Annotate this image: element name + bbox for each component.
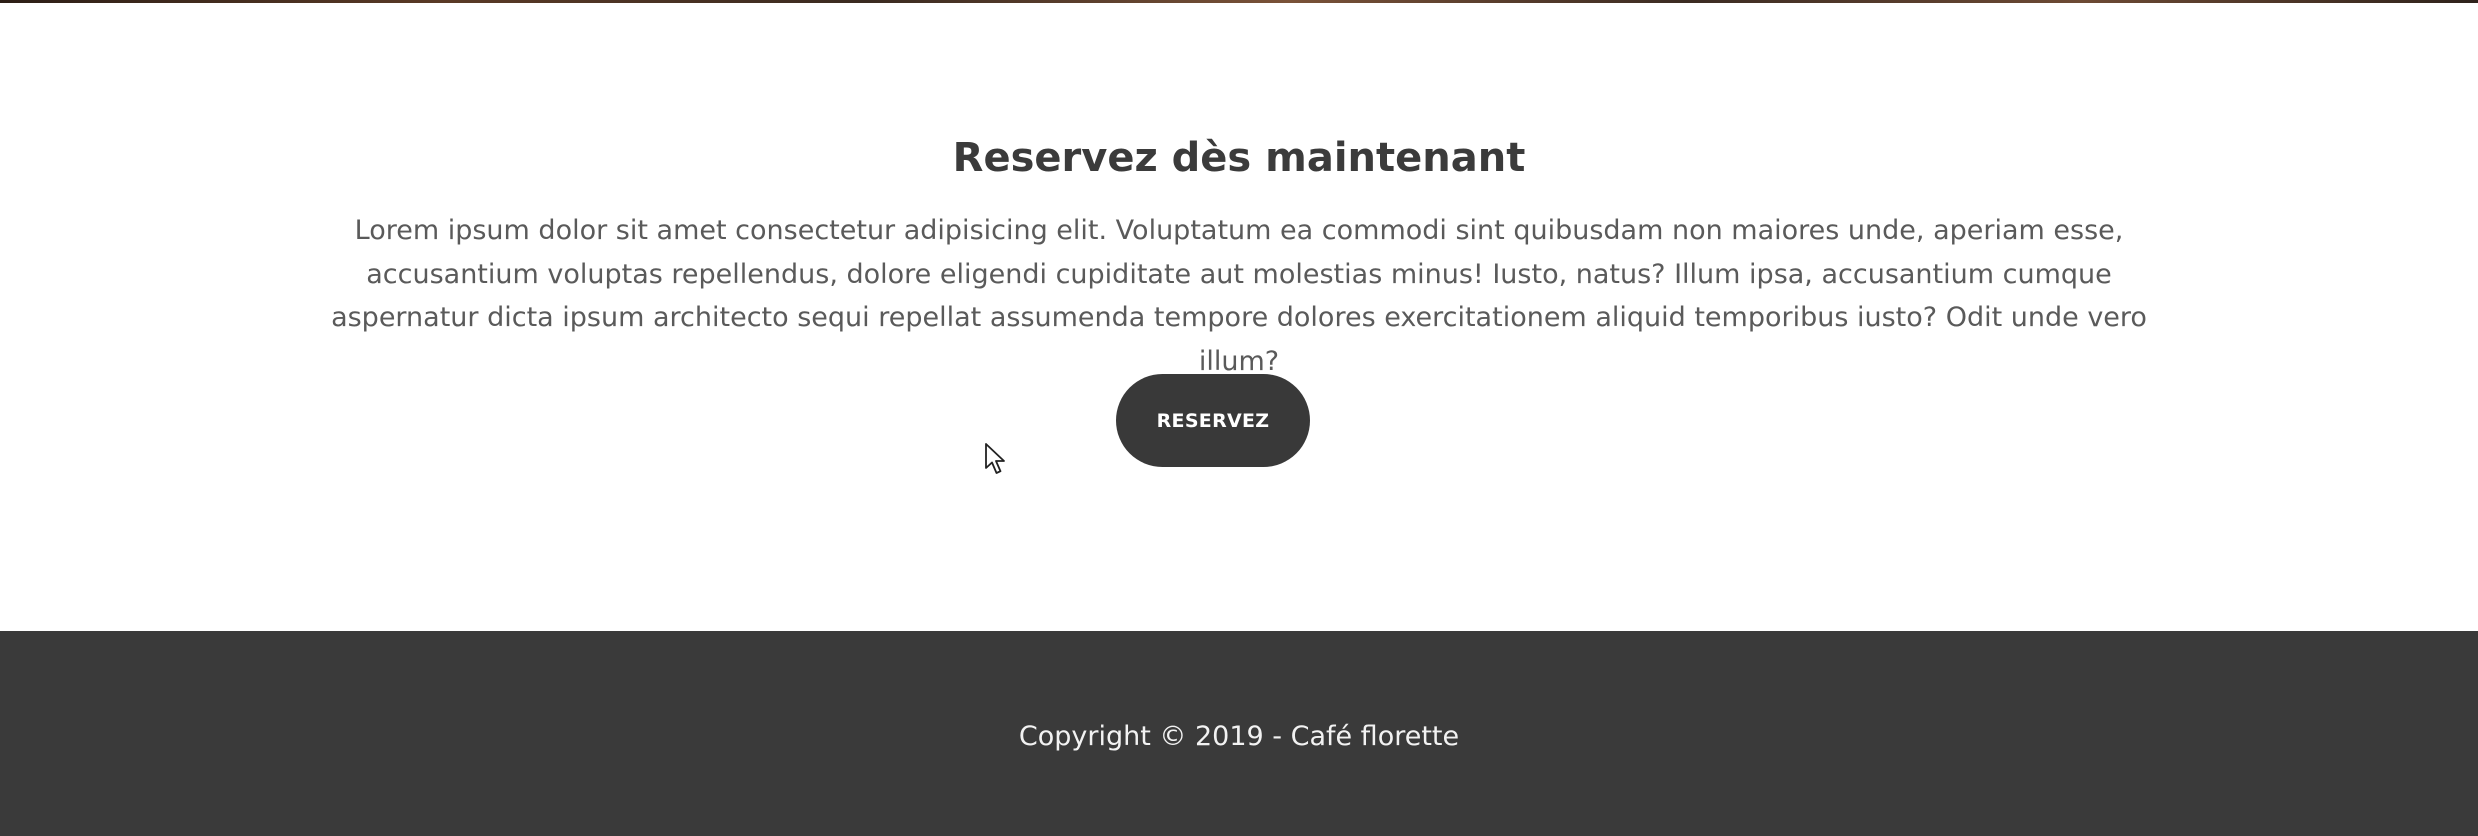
- reserve-button[interactable]: RESERVEZ: [1116, 374, 1310, 467]
- section-description: Lorem ipsum dolor sit amet consectetur a…: [331, 215, 2147, 377]
- site-footer: Copyright © 2019 - Café florette: [0, 631, 2478, 836]
- section-title: Reservez dès maintenant: [952, 135, 1526, 181]
- copyright-text: Copyright © 2019 - Café florette: [1018, 721, 1460, 752]
- mouse-pointer-icon: [985, 443, 1005, 474]
- reservation-section: Reservez dès maintenant Lorem ipsum dolo…: [0, 3, 2478, 631]
